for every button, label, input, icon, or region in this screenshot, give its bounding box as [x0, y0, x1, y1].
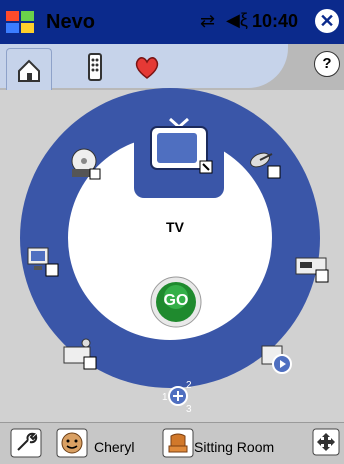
dvd-icon[interactable] — [66, 145, 102, 181]
stereo-icon[interactable] — [62, 335, 98, 371]
home-icon — [18, 59, 40, 82]
volume-icon[interactable]: ◀ξ — [226, 10, 248, 31]
user-name[interactable]: Cheryl — [94, 439, 134, 455]
vcr-icon[interactable] — [294, 248, 330, 284]
close-icon[interactable]: ✕ — [315, 9, 339, 33]
add-device-icon[interactable]: 1 2 3 — [160, 378, 196, 414]
svg-text:1: 1 — [162, 392, 168, 403]
selected-device-label: TV — [166, 219, 184, 235]
windows-start-icon[interactable] — [4, 8, 38, 36]
media-player-icon[interactable] — [258, 340, 294, 376]
tab-home[interactable] — [6, 48, 52, 91]
settings-wrench-icon[interactable] — [10, 428, 42, 458]
divider — [102, 256, 258, 258]
remote-icon — [88, 53, 102, 81]
tab-favorites[interactable] — [130, 50, 164, 84]
room-name[interactable]: Sitting Room — [194, 439, 274, 455]
connectivity-icon[interactable]: ⇄ — [200, 11, 215, 32]
tv-icon — [150, 117, 213, 174]
satellite-icon[interactable] — [246, 144, 282, 180]
pc-icon[interactable] — [24, 242, 60, 278]
svg-text:3: 3 — [186, 404, 192, 414]
user-avatar-icon[interactable] — [56, 428, 88, 458]
go-label: GO — [163, 292, 189, 309]
clock[interactable]: 10:40 — [252, 11, 298, 32]
room-chair-icon[interactable] — [162, 428, 194, 458]
svg-text:2: 2 — [186, 380, 192, 391]
heart-icon — [135, 57, 159, 79]
tab-remote[interactable] — [78, 50, 112, 84]
dpad-icon[interactable] — [312, 428, 340, 456]
app-title: Nevo — [46, 11, 95, 33]
selected-device-panel[interactable] — [134, 103, 224, 198]
help-button[interactable]: ? — [314, 51, 340, 77]
